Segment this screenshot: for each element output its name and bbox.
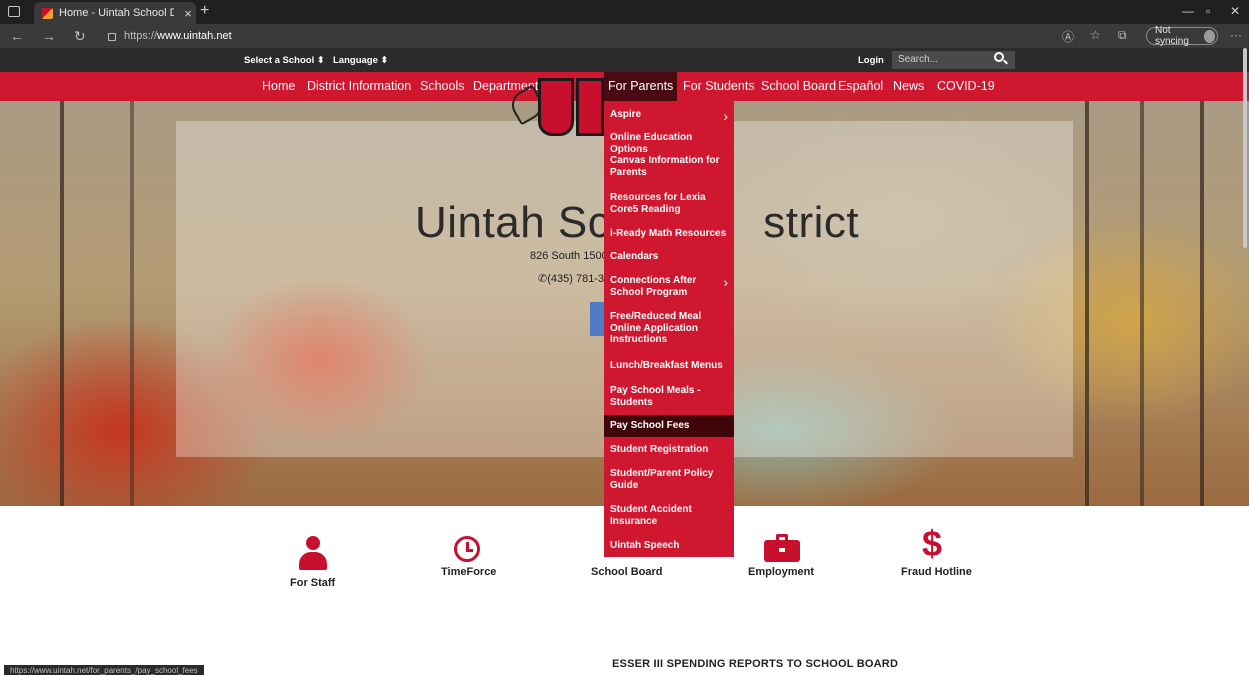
- chevron-right-icon: ›: [723, 274, 728, 290]
- for-parents-dropdown: Aspire › Online Education Options Canvas …: [604, 101, 734, 557]
- site-favicon-icon: [42, 7, 53, 19]
- lock-icon: [108, 33, 116, 41]
- briefcase-icon[interactable]: [764, 534, 800, 562]
- dd-uintah-speech[interactable]: Uintah Speech: [604, 540, 734, 552]
- district-phone: ✆(435) 781-3: [538, 273, 605, 285]
- quick-link-fraud-hotline[interactable]: Fraud Hotline: [901, 566, 972, 578]
- quick-link-employment[interactable]: Employment: [748, 566, 814, 578]
- esser-heading: ESSER III SPENDING REPORTS TO SCHOOL BOA…: [612, 658, 899, 670]
- quick-link-school-board[interactable]: School Board: [591, 566, 663, 578]
- tree-trunk: [130, 101, 134, 506]
- dd-lunch-breakfast-menus[interactable]: Lunch/Breakfast Menus: [604, 360, 734, 372]
- dd-aspire[interactable]: Aspire ›: [604, 108, 734, 124]
- dd-pay-school-fees[interactable]: Pay School Fees: [604, 415, 734, 437]
- link-status-bar: https://www.uintah.net/for_parents_/pay_…: [4, 665, 204, 675]
- tree-trunk: [60, 101, 64, 506]
- quick-link-for-staff[interactable]: For Staff: [290, 577, 335, 589]
- tree-trunk: [1085, 101, 1089, 506]
- clock-icon[interactable]: [454, 536, 480, 562]
- tab-title: Home - Uintah School District: [59, 7, 174, 19]
- profile-avatar-icon: [1203, 29, 1215, 43]
- url-field[interactable]: https://www.uintah.net: [108, 27, 1008, 45]
- phone-icon: ✆: [538, 273, 548, 285]
- favorites-icon[interactable]: ☆: [1090, 28, 1101, 42]
- dd-canvas-information[interactable]: Canvas Information for Parents: [604, 155, 734, 178]
- person-icon[interactable]: [299, 536, 327, 570]
- new-tab-button[interactable]: +: [200, 2, 209, 20]
- tab-close-icon[interactable]: ×: [180, 6, 196, 21]
- dd-policy-guide[interactable]: Student/Parent Policy Guide: [604, 468, 734, 491]
- dd-calendars[interactable]: Calendars: [604, 251, 734, 263]
- tab-actions-icon[interactable]: [8, 6, 20, 17]
- tree-trunk: [1140, 101, 1144, 506]
- sync-label: Not syncing: [1155, 25, 1189, 47]
- close-window-icon[interactable]: ✕: [1230, 4, 1240, 18]
- minimize-icon[interactable]: —: [1182, 4, 1194, 18]
- dd-iready-math[interactable]: i-Ready Math Resources: [604, 228, 734, 240]
- browser-tab-bar: Home - Uintah School District × + — ▫ ✕: [0, 0, 1249, 24]
- logo-letter-t: [576, 78, 604, 136]
- read-aloud-icon[interactable]: Ⓐ: [1062, 28, 1074, 45]
- login-link[interactable]: Login: [858, 55, 884, 66]
- nav-covid-19[interactable]: COVID-19: [937, 72, 995, 101]
- logo-letter-u: [538, 78, 574, 136]
- dollar-icon[interactable]: $: [922, 526, 942, 562]
- quick-link-timeforce[interactable]: TimeForce: [441, 566, 496, 578]
- dd-lexia-core5[interactable]: Resources for Lexia Core5 Reading: [604, 192, 734, 215]
- restore-icon[interactable]: ▫: [1206, 4, 1210, 18]
- search-icon[interactable]: [994, 52, 1004, 62]
- nav-home[interactable]: Home: [262, 72, 295, 101]
- dd-student-registration[interactable]: Student Registration: [604, 444, 734, 456]
- chevron-right-icon: ›: [723, 108, 728, 124]
- dd-online-education-options[interactable]: Online Education Options: [604, 132, 734, 155]
- dd-free-reduced-meal[interactable]: Free/Reduced Meal Online Application Ins…: [604, 311, 734, 346]
- page-scrollbar[interactable]: [1243, 48, 1247, 248]
- nav-school-board[interactable]: School Board: [761, 72, 836, 101]
- address-bar: ← → ↻ https://www.uintah.net Ⓐ ☆ ⧉ Not s…: [0, 24, 1249, 48]
- collections-icon[interactable]: ⧉: [1118, 28, 1127, 43]
- more-menu-icon[interactable]: ···: [1230, 28, 1242, 42]
- district-address: 826 South 1500: [530, 250, 608, 262]
- forward-icon[interactable]: →: [42, 28, 56, 44]
- nav-espanol[interactable]: Español: [838, 72, 883, 101]
- refresh-icon[interactable]: ↻: [74, 28, 86, 45]
- browser-tab[interactable]: Home - Uintah School District ×: [34, 2, 196, 24]
- site-utility-bar: Select a School ⬍ Language ⬍ Login Searc…: [0, 48, 1249, 72]
- url-prefix: https://: [124, 30, 158, 42]
- nav-district-information[interactable]: District Information: [307, 72, 411, 101]
- language-dropdown[interactable]: Language ⬍: [333, 55, 388, 66]
- select-school-dropdown[interactable]: Select a School ⬍: [244, 55, 325, 66]
- dd-connections-after-school[interactable]: Connections After School Program ›: [604, 275, 734, 298]
- dd-pay-school-meals[interactable]: Pay School Meals - Students: [604, 385, 734, 408]
- back-icon[interactable]: ←: [10, 28, 24, 44]
- dd-accident-insurance[interactable]: Student Accident Insurance: [604, 504, 734, 527]
- profile-sync-button[interactable]: Not syncing: [1146, 25, 1218, 47]
- nav-news[interactable]: News: [893, 72, 924, 101]
- tree-trunk: [1200, 101, 1204, 506]
- url-host: www.uintah.net: [157, 30, 232, 42]
- nav-schools[interactable]: Schools: [420, 72, 464, 101]
